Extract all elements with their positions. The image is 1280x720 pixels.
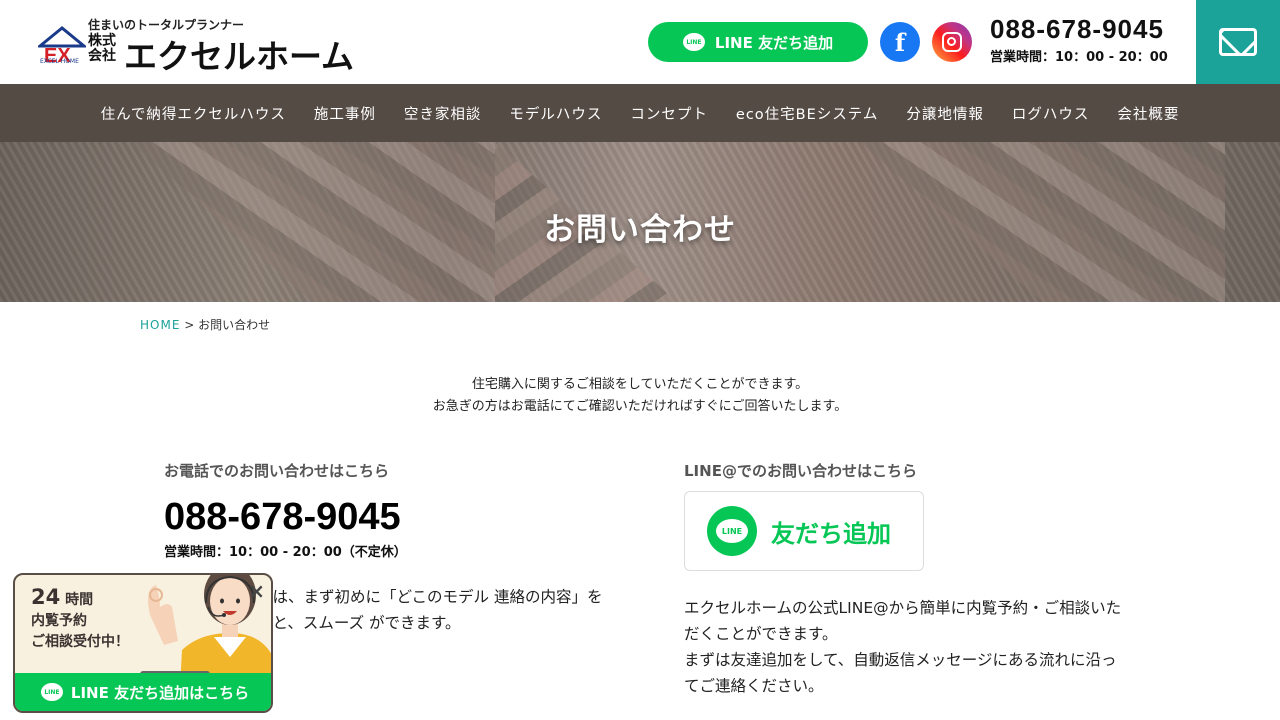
logo-kaisha: 株式会社 [88,33,116,64]
line-icon: LINE [40,683,63,701]
phone-business-hours: 営業時間：10：00 - 20：00（不定休） [164,545,407,560]
logo-english: EXCEL HOME [40,58,79,65]
line-section-text: エクセルホームの公式LINE@から簡単に内覧予約・ご相談いただくことができます。… [684,595,1124,699]
breadcrumb-separator: > [184,318,195,332]
widget-hours: 24 時間 [31,587,129,611]
main-navigation: 住んで納得エクセルハウス 施工事例 空き家相談 モデルハウス コンセプト eco… [0,84,1280,142]
widget-close-button[interactable]: × [248,579,265,603]
envelope-icon [1219,28,1257,56]
facebook-glyph: f [894,27,906,57]
intro-line: お急ぎの方はお電話にてご確認いただければすぐにご回答いたします。 [432,399,848,414]
line-text-paragraph: エクセルホームの公式LINE@から簡単に内覧予約・ご相談いただくことができます。 [684,599,1122,643]
page-title: お問い合わせ [544,212,736,248]
nav-item-works[interactable]: 施工事例 [300,103,390,124]
widget-line2: 内覧予約 [31,613,87,629]
line-add-friend-card[interactable]: LINE 友だち追加 [684,491,924,571]
line-add-friend-label: LINE 友だち追加 [714,33,834,52]
nav-item-vacant-house[interactable]: 空き家相談 [390,103,496,124]
nav-item-excel-house[interactable]: 住んで納得エクセルハウス [87,103,300,124]
line-card-label: 友だち追加 [771,519,891,548]
phone-number[interactable]: 088-678-9045 [164,496,401,539]
widget-hours-unit: 時間 [65,592,94,608]
breadcrumb-current: お問い合わせ [198,318,271,332]
site-logo[interactable]: EX EXCEL HOME 住まいのトータルプランナー 株式会社 エクセルホーム [38,14,368,76]
line-icon: LINE [707,506,757,556]
line-icon: LINE [682,33,705,51]
phone-section-heading: お電話でのお問い合わせはこちら [164,462,390,480]
logo-name: エクセルホーム [124,37,355,76]
header-phone-number[interactable]: 088-678-9045 [990,14,1164,45]
nav-item-company[interactable]: 会社概要 [1103,103,1193,124]
widget-hours-number: 24 [31,585,61,609]
instagram-glyph [942,32,962,52]
line-text-paragraph: まずは友達追加をして、自動返信メッセージにある流れに沿ってご連絡ください。 [684,651,1117,695]
breadcrumb-home-link[interactable]: HOME [140,318,180,332]
instagram-icon[interactable] [932,22,972,62]
widget-line3: ご相談受付中！ [31,634,129,650]
breadcrumb: HOME > お問い合わせ [140,316,270,333]
widget-line-button[interactable]: LINE LINE 友だち追加はこちら [15,673,271,711]
line-floating-widget[interactable]: 24 時間 内覧予約 ご相談受付中！ × LINE LINE 友だち追加はこちら [13,573,273,713]
line-section-heading: LINE@でのお問い合わせはこちら [684,462,917,480]
nav-item-concept[interactable]: コンセプト [616,103,722,124]
nav-item-land-info[interactable]: 分譲地情報 [892,103,998,124]
nav-item-log-house[interactable]: ログハウス [998,103,1104,124]
facebook-icon[interactable]: f [880,22,920,62]
widget-line-button-label: LINE 友だち追加はこちら [70,683,250,702]
intro-text: 住宅購入に関するご相談をしていただくことができます。 お急ぎの方はお電話にてご確… [0,374,1280,418]
nav-item-model-house[interactable]: モデルハウス [495,103,616,124]
header-business-hours: 営業時間：10：00 - 20：00 [990,50,1168,65]
line-add-friend-button[interactable]: LINE LINE 友だち追加 [648,22,868,62]
line-bubble-icon: LINE [716,519,748,543]
site-header: EX EXCEL HOME 住まいのトータルプランナー 株式会社 エクセルホーム… [0,0,1280,84]
intro-line: 住宅購入に関するご相談をしていただくことができます。 [471,377,809,392]
contact-mail-button[interactable] [1196,0,1280,84]
page-hero: お問い合わせ [0,142,1280,302]
widget-message: 24 時間 内覧予約 ご相談受付中！ [31,587,129,653]
nav-item-eco-system[interactable]: eco住宅BEシステム [722,103,892,124]
